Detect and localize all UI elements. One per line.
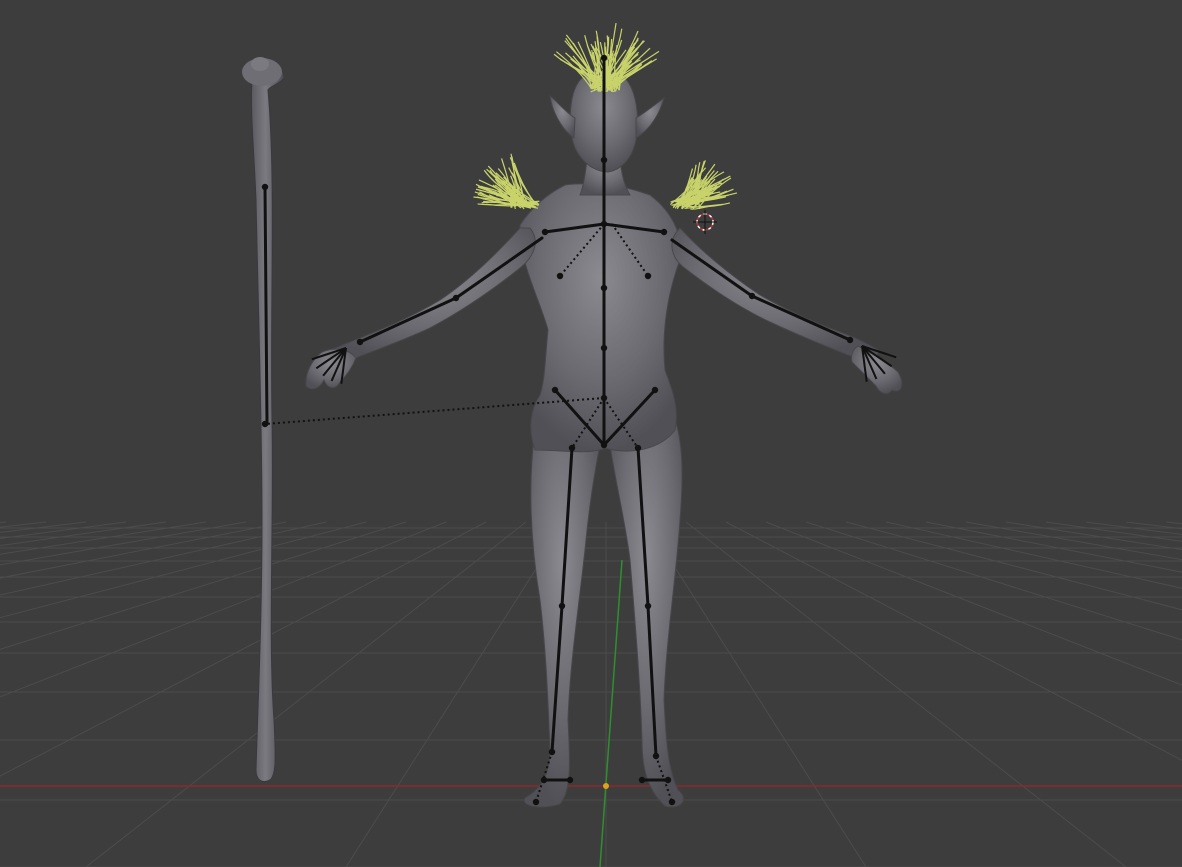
grid-line (0, 522, 126, 867)
bone-joint[interactable] (669, 799, 675, 805)
grid-line (0, 522, 366, 867)
grid-line (346, 522, 566, 867)
bone-joint[interactable] (601, 157, 607, 163)
bone-joint[interactable] (601, 221, 607, 227)
grid-line (646, 522, 866, 867)
bone-joint[interactable] (635, 445, 641, 451)
bone-joint[interactable] (567, 777, 573, 783)
bone-joint[interactable] (541, 777, 547, 783)
grid-line (1166, 522, 1182, 867)
bone-joint[interactable] (542, 229, 548, 235)
grid-line (1006, 522, 1182, 867)
grid-line (926, 522, 1182, 867)
3d-cursor-icon[interactable] (693, 210, 717, 234)
bone-joint[interactable] (639, 777, 645, 783)
bone-joint[interactable] (661, 229, 667, 235)
grid-line (886, 522, 1182, 867)
grid-line (846, 522, 1182, 867)
grid-line (0, 522, 286, 867)
grid-line (1046, 522, 1182, 867)
floor-grid (0, 522, 1182, 867)
bone-joint[interactable] (847, 337, 853, 343)
bone-joint[interactable] (357, 339, 363, 345)
grid-line (766, 522, 1182, 867)
bone-joint[interactable] (549, 749, 555, 755)
bone-joint[interactable] (601, 55, 607, 61)
grid-line (1126, 522, 1182, 867)
bone-joint[interactable] (533, 799, 539, 805)
3d-viewport[interactable] (0, 0, 1182, 867)
grid-line (0, 522, 246, 867)
grid-line (1086, 522, 1182, 867)
y-axis-line (600, 560, 622, 867)
bone-joint[interactable] (453, 295, 459, 301)
grid-line (0, 522, 166, 867)
staff-mesh[interactable] (242, 57, 284, 782)
grid-line (86, 522, 526, 867)
grid-line (686, 522, 1126, 867)
bone-joint[interactable] (601, 395, 607, 401)
bone-joint[interactable] (601, 345, 607, 351)
bone-joint[interactable] (552, 387, 558, 393)
grid-line (0, 522, 486, 867)
bone-joint[interactable] (665, 777, 671, 783)
grid-line (966, 522, 1182, 867)
bone-joint[interactable] (652, 387, 658, 393)
bone-joint[interactable] (262, 421, 268, 427)
grid-line (0, 522, 206, 867)
bone-joint[interactable] (645, 273, 651, 279)
bone-joint[interactable] (645, 603, 651, 609)
bone-joint[interactable] (557, 273, 563, 279)
bone-joint[interactable] (559, 603, 565, 609)
bone-joint[interactable] (749, 293, 755, 299)
grid-line (0, 522, 86, 867)
grid-line (806, 522, 1182, 867)
grid-line (726, 522, 1182, 867)
bone-joint[interactable] (653, 753, 659, 759)
bone-joint[interactable] (601, 442, 607, 448)
bone-joint[interactable] (569, 445, 575, 451)
bone-joint[interactable] (262, 184, 268, 190)
viewport-canvas[interactable] (0, 0, 1182, 867)
grid-line (0, 522, 326, 867)
grid-line (0, 522, 406, 867)
bone-joint[interactable] (601, 285, 607, 291)
origin-point (603, 783, 609, 789)
